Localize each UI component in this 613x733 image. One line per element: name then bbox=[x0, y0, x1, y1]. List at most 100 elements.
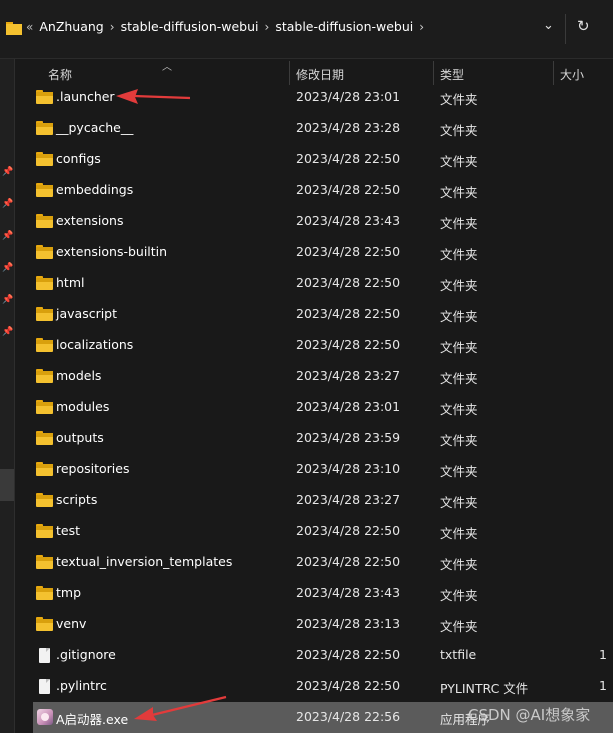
breadcrumb-item[interactable]: AnZhuang bbox=[39, 19, 103, 34]
table-row[interactable]: test 2023/4/28 22:50 文件夹 bbox=[33, 516, 613, 547]
folder-icon bbox=[36, 338, 53, 352]
folder-icon bbox=[36, 307, 53, 321]
folder-icon bbox=[36, 493, 53, 507]
modified-date: 2023/4/28 23:10 bbox=[296, 461, 401, 476]
modified-date: 2023/4/28 23:43 bbox=[296, 585, 401, 600]
file-name: extensions bbox=[56, 213, 124, 228]
nav-item-selected[interactable] bbox=[0, 469, 14, 501]
app-icon bbox=[36, 709, 53, 725]
table-row[interactable]: .gitignore 2023/4/28 22:50 txtfile 1 bbox=[33, 640, 613, 671]
table-row[interactable]: repositories 2023/4/28 23:10 文件夹 bbox=[33, 454, 613, 485]
modified-date: 2023/4/28 23:59 bbox=[296, 430, 401, 445]
file-icon bbox=[36, 679, 53, 694]
modified-date: 2023/4/28 23:01 bbox=[296, 399, 401, 414]
chevron-right-icon[interactable]: › bbox=[110, 20, 115, 34]
pin-icon: 📌 bbox=[2, 167, 14, 177]
modified-date: 2023/4/28 22:50 bbox=[296, 182, 401, 197]
file-name: test bbox=[56, 523, 81, 538]
divider bbox=[565, 14, 566, 44]
file-name: extensions-builtin bbox=[56, 244, 168, 259]
modified-date: 2023/4/28 22:50 bbox=[296, 678, 401, 693]
folder-icon bbox=[36, 586, 53, 600]
file-name: scripts bbox=[56, 492, 98, 507]
table-row[interactable]: javascript 2023/4/28 22:50 文件夹 bbox=[33, 299, 613, 330]
file-name: repositories bbox=[56, 461, 130, 476]
modified-date: 2023/4/28 23:43 bbox=[296, 213, 401, 228]
folder-icon bbox=[36, 183, 53, 197]
file-type: 文件夹 bbox=[440, 526, 478, 541]
column-size[interactable]: 大小 bbox=[560, 66, 584, 83]
file-size: 1 bbox=[599, 647, 607, 662]
file-name: venv bbox=[56, 616, 87, 631]
navigation-pane[interactable]: 📌 📌 📌 📌 📌 📌 bbox=[0, 59, 15, 733]
table-row[interactable]: extensions-builtin 2023/4/28 22:50 文件夹 bbox=[33, 237, 613, 268]
chevron-right-icon[interactable]: › bbox=[419, 20, 424, 34]
file-name: modules bbox=[56, 399, 110, 414]
file-type: 文件夹 bbox=[440, 340, 478, 355]
file-name: configs bbox=[56, 151, 101, 166]
folder-icon bbox=[36, 369, 53, 383]
folder-icon bbox=[36, 462, 53, 476]
chevron-down-icon[interactable]: ⌄ bbox=[543, 18, 554, 33]
breadcrumb-item[interactable]: stable-diffusion-webui bbox=[121, 19, 259, 34]
modified-date: 2023/4/28 22:56 bbox=[296, 709, 401, 724]
file-type: 文件夹 bbox=[440, 309, 478, 324]
file-name: outputs bbox=[56, 430, 104, 445]
file-type: 文件夹 bbox=[440, 278, 478, 293]
table-row[interactable]: models 2023/4/28 23:27 文件夹 bbox=[33, 361, 613, 392]
table-row[interactable]: textual_inversion_templates 2023/4/28 22:… bbox=[33, 547, 613, 578]
file-type: 文件夹 bbox=[440, 185, 478, 200]
folder-icon bbox=[36, 90, 53, 104]
file-type: 文件夹 bbox=[440, 557, 478, 572]
file-name: textual_inversion_templates bbox=[56, 554, 233, 569]
table-row[interactable]: outputs 2023/4/28 23:59 文件夹 bbox=[33, 423, 613, 454]
column-date[interactable]: 修改日期 bbox=[296, 66, 344, 83]
pin-icon: 📌 bbox=[2, 327, 14, 337]
table-row[interactable]: .pylintrc 2023/4/28 22:50 PYLINTRC 文件 1 bbox=[33, 671, 613, 702]
file-name: .launcher bbox=[56, 89, 115, 104]
refresh-icon[interactable]: ↻ bbox=[577, 17, 590, 35]
folder-icon bbox=[36, 555, 53, 569]
folder-icon bbox=[36, 431, 53, 445]
file-type: 文件夹 bbox=[440, 247, 478, 262]
column-type[interactable]: 类型 bbox=[440, 66, 464, 83]
table-row[interactable]: venv 2023/4/28 23:13 文件夹 bbox=[33, 609, 613, 640]
modified-date: 2023/4/28 22:50 bbox=[296, 244, 401, 259]
file-type: 文件夹 bbox=[440, 371, 478, 386]
folder-icon bbox=[36, 121, 53, 135]
file-name: __pycache__ bbox=[56, 120, 134, 135]
file-type: PYLINTRC 文件 bbox=[440, 681, 529, 696]
sort-ascending-icon: ︿ bbox=[162, 62, 172, 73]
file-name: A启动器.exe bbox=[56, 712, 129, 727]
breadcrumb-overflow[interactable]: « bbox=[26, 20, 33, 34]
file-type: 文件夹 bbox=[440, 464, 478, 479]
folder-icon bbox=[36, 617, 53, 631]
table-row[interactable]: extensions 2023/4/28 23:43 文件夹 bbox=[33, 206, 613, 237]
modified-date: 2023/4/28 23:27 bbox=[296, 492, 401, 507]
column-name[interactable]: 名称 bbox=[48, 66, 72, 83]
table-row[interactable]: localizations 2023/4/28 22:50 文件夹 bbox=[33, 330, 613, 361]
annotation-arrow bbox=[116, 89, 191, 104]
table-row[interactable]: html 2023/4/28 22:50 文件夹 bbox=[33, 268, 613, 299]
file-type: 文件夹 bbox=[440, 92, 478, 107]
table-row[interactable]: __pycache__ 2023/4/28 23:28 文件夹 bbox=[33, 113, 613, 144]
modified-date: 2023/4/28 23:01 bbox=[296, 89, 401, 104]
file-type: 文件夹 bbox=[440, 619, 478, 634]
folder-icon bbox=[36, 245, 53, 259]
chevron-right-icon[interactable]: › bbox=[265, 20, 270, 34]
pin-icon: 📌 bbox=[2, 295, 14, 305]
table-row[interactable]: scripts 2023/4/28 23:27 文件夹 bbox=[33, 485, 613, 516]
pin-icon: 📌 bbox=[2, 231, 14, 241]
table-row[interactable]: modules 2023/4/28 23:01 文件夹 bbox=[33, 392, 613, 423]
breadcrumb-item[interactable]: stable-diffusion-webui bbox=[275, 19, 413, 34]
address-bar[interactable]: « AnZhuang › stable-diffusion-webui › st… bbox=[0, 0, 613, 59]
file-name: models bbox=[56, 368, 102, 383]
table-row[interactable]: configs 2023/4/28 22:50 文件夹 bbox=[33, 144, 613, 175]
modified-date: 2023/4/28 23:13 bbox=[296, 616, 401, 631]
table-row[interactable]: embeddings 2023/4/28 22:50 文件夹 bbox=[33, 175, 613, 206]
pin-icon: 📌 bbox=[2, 263, 14, 273]
folder-icon bbox=[36, 152, 53, 166]
table-row[interactable]: tmp 2023/4/28 23:43 文件夹 bbox=[33, 578, 613, 609]
modified-date: 2023/4/28 22:50 bbox=[296, 554, 401, 569]
folder-icon bbox=[36, 276, 53, 290]
